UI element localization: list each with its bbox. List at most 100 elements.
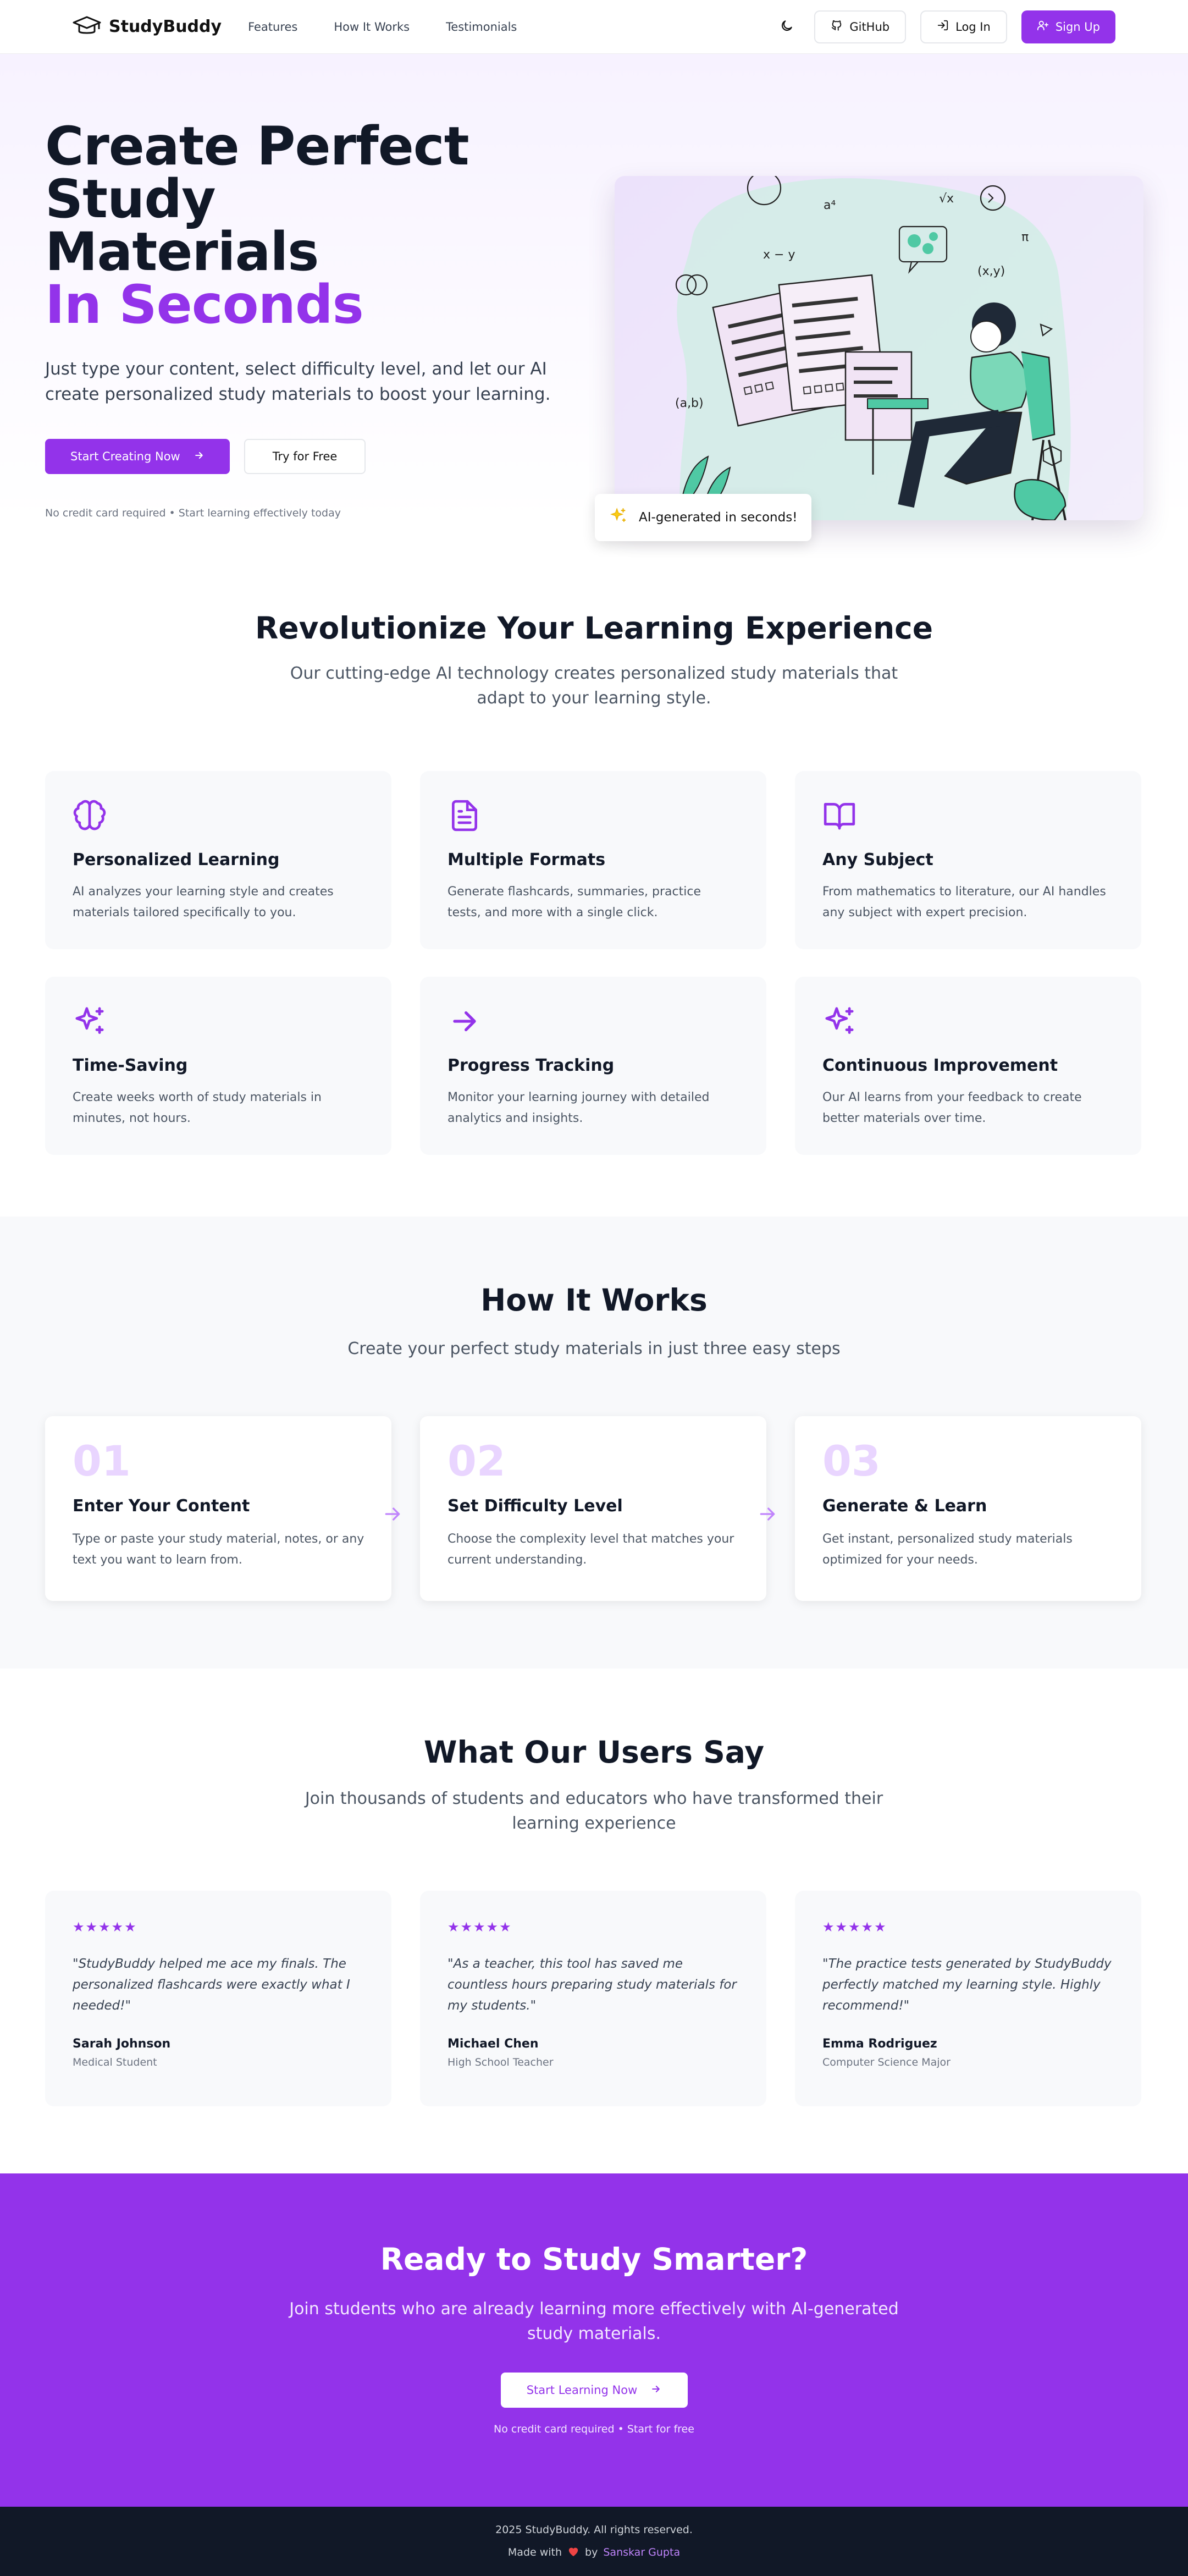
start-learning-button[interactable]: Start Learning Now: [500, 2373, 688, 2408]
hero-buttons: Start Creating Now Try for Free: [45, 439, 573, 474]
by-label: by: [585, 2546, 598, 2558]
book-open-icon: [822, 799, 857, 833]
feature-desc: Generate flashcards, summaries, practice…: [447, 885, 701, 920]
footer-made-with: Made with by Sanskar Gupta: [508, 2546, 680, 2560]
nav-links: Features How It Works Testimonials: [248, 20, 517, 34]
github-icon: [831, 19, 843, 34]
how-title: How It Works: [480, 1283, 708, 1318]
feature-desc: Monitor your learning journey with detai…: [447, 1091, 710, 1125]
feature-title: Multiple Formats: [447, 850, 606, 869]
login-button[interactable]: Log In: [920, 10, 1007, 43]
login-icon: [937, 19, 949, 34]
author-link[interactable]: Sanskar Gupta: [603, 2546, 680, 2558]
steps-row: 01 Enter Your Content Type or paste your…: [0, 1416, 1188, 1601]
hero-title: Create Perfect Study Materials In Second…: [45, 120, 573, 331]
testimonial-quote: "As a teacher, this tool has saved me co…: [447, 1957, 737, 2013]
theme-toggle-button[interactable]: [773, 14, 800, 40]
hero-subtitle: Just type your content, select difficult…: [45, 359, 551, 404]
testimonial-card: ★★★★★ "The practice tests generated by S…: [795, 1891, 1141, 2106]
feature-card: Multiple Formats Generate flashcards, su…: [420, 771, 766, 949]
hero-note: No credit card required • Start learning…: [45, 507, 341, 519]
testimonial-quote: "StudyBuddy helped me ace my finals. The…: [73, 1957, 350, 2013]
step-number: 02: [447, 1436, 506, 1485]
testimonials-subtitle: Join thousands of students and educators…: [305, 1789, 883, 1833]
testimonial-name: Sarah Johnson: [73, 2037, 171, 2051]
feature-desc: Our AI learns from your feedback to crea…: [822, 1091, 1082, 1125]
github-button[interactable]: GitHub: [814, 10, 907, 43]
star-rating-icon: ★★★★★: [73, 1919, 137, 1935]
hero-section: Create Perfect Study Materials In Second…: [0, 54, 1188, 541]
step-number: 03: [822, 1436, 881, 1485]
sparkles-icon: [822, 1004, 857, 1038]
testimonial-name: Michael Chen: [447, 2037, 539, 2051]
nav-link-testimonials[interactable]: Testimonials: [446, 20, 517, 34]
svg-text:a⁴: a⁴: [824, 199, 836, 212]
feature-title: Time-Saving: [73, 1056, 188, 1075]
features-title: Revolutionize Your Learning Experience: [255, 610, 933, 646]
top-navbar: StudyBuddy Features How It Works Testimo…: [0, 0, 1188, 54]
feature-title: Continuous Improvement: [822, 1056, 1058, 1075]
cta-subtitle: Join students who are already learning m…: [289, 2299, 899, 2343]
how-it-works-section: How It Works Create your perfect study m…: [0, 1217, 1188, 1669]
footer: 2025 StudyBuddy. All rights reserved. Ma…: [0, 2507, 1188, 2576]
features-subtitle: Our cutting-edge AI technology creates p…: [290, 664, 898, 708]
step-card: 03 Generate & Learn Get instant, persona…: [795, 1416, 1141, 1601]
feature-title: Any Subject: [822, 850, 933, 869]
start-creating-button[interactable]: Start Creating Now: [45, 439, 230, 474]
star-rating-icon: ★★★★★: [822, 1919, 887, 1935]
svg-text:π: π: [1021, 230, 1029, 244]
features-section: Revolutionize Your Learning Experience O…: [0, 522, 1188, 1217]
nav-link-features[interactable]: Features: [248, 20, 297, 34]
step-desc: Get instant, personalized study material…: [822, 1532, 1073, 1567]
step-title: Generate & Learn: [822, 1496, 987, 1516]
feature-card: Personalized Learning AI analyzes your l…: [45, 771, 391, 949]
start-creating-label: Start Creating Now: [70, 450, 180, 463]
feature-card: Any Subject From mathematics to literatu…: [795, 771, 1141, 949]
testimonials-section: What Our Users Say Join thousands of stu…: [0, 1669, 1188, 2173]
features-grid: Personalized Learning AI analyzes your l…: [0, 771, 1188, 1155]
step-number: 01: [73, 1436, 131, 1485]
testimonial-role: Computer Science Major: [822, 2056, 951, 2068]
step-title: Enter Your Content: [73, 1496, 250, 1516]
heart-icon: [567, 2546, 579, 2560]
login-label: Log In: [955, 20, 991, 34]
testimonial-card: ★★★★★ "As a teacher, this tool has saved…: [420, 1891, 766, 2106]
step-card: 02 Set Difficulty Level Choose the compl…: [420, 1416, 766, 1601]
cta-title: Ready to Study Smarter?: [380, 2242, 808, 2277]
brand-name: StudyBuddy: [109, 17, 222, 36]
feature-desc: From mathematics to literature, our AI h…: [822, 885, 1106, 920]
github-label: GitHub: [849, 20, 890, 34]
try-free-button[interactable]: Try for Free: [244, 439, 366, 474]
nav-left: StudyBuddy Features How It Works Testimo…: [73, 15, 517, 39]
sparkles-icon: [73, 1004, 107, 1038]
hero-title-accent: In Seconds: [45, 274, 364, 335]
nav-link-how-it-works[interactable]: How It Works: [334, 20, 410, 34]
arrow-right-icon: [194, 450, 205, 464]
feature-card: Continuous Improvement Our AI learns fro…: [795, 977, 1141, 1155]
feature-card: Progress Tracking Monitor your learning …: [420, 977, 766, 1155]
testimonial-role: High School Teacher: [447, 2056, 554, 2068]
hero-illustration: a⁴x − yπ (x,y)(a,b)√xx²: [615, 176, 1143, 520]
brain-icon: [73, 799, 107, 833]
step-arrow-icon: [382, 1503, 404, 1525]
step-card: 01 Enter Your Content Type or paste your…: [45, 1416, 391, 1601]
graduation-cap-icon: [73, 15, 101, 39]
signup-button[interactable]: Sign Up: [1021, 10, 1115, 43]
try-free-label: Try for Free: [272, 450, 338, 463]
star-rating-icon: ★★★★★: [447, 1919, 512, 1935]
testimonial-card: ★★★★★ "StudyBuddy helped me ace my final…: [45, 1891, 391, 2106]
hero-text: Create Perfect Study Materials In Second…: [45, 120, 573, 519]
hero-title-line1: Create Perfect Study: [45, 115, 469, 230]
cta-note: No credit card required • Start for free: [494, 2423, 694, 2435]
document-icon: [447, 799, 482, 833]
moon-icon: [780, 19, 794, 35]
feature-desc: Create weeks worth of study materials in…: [73, 1091, 322, 1125]
how-subtitle: Create your perfect study materials in j…: [347, 1339, 841, 1358]
start-learning-label: Start Learning Now: [526, 2384, 638, 2397]
nav-right: GitHub Log In Sign Up: [773, 10, 1115, 43]
step-desc: Type or paste your study material, notes…: [73, 1532, 364, 1567]
signup-label: Sign Up: [1055, 20, 1100, 34]
hero-title-line2: Materials: [45, 221, 319, 283]
brand-logo[interactable]: StudyBuddy: [73, 15, 222, 39]
svg-text:x − y: x − y: [763, 248, 795, 262]
